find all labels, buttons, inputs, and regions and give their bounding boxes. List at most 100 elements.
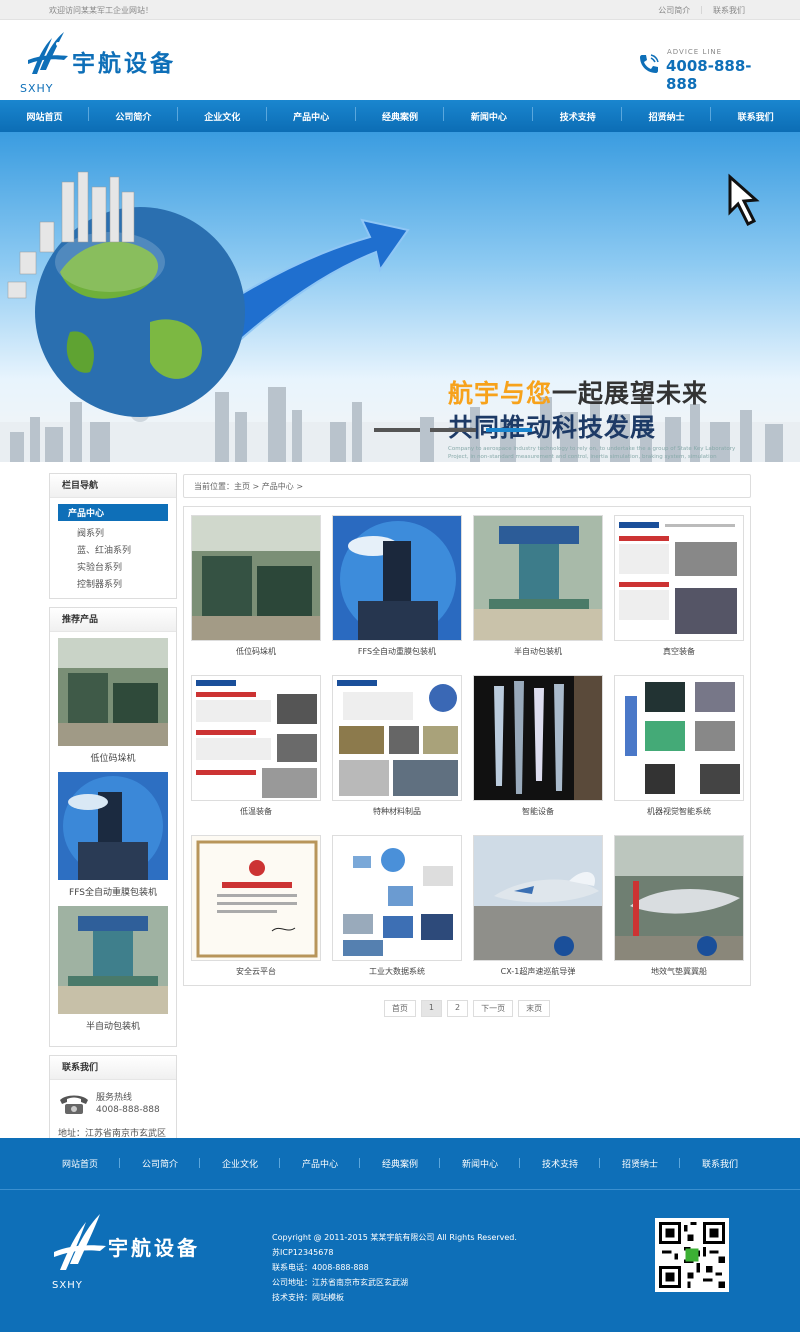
hotline-label: 服务热线 — [96, 1093, 133, 1103]
footer-nav-contact[interactable]: 联系我们 — [680, 1157, 760, 1170]
product-card[interactable]: 机器视觉智能系统 — [614, 675, 744, 835]
nav-about[interactable]: 公司简介 — [89, 106, 178, 123]
welcome-text: 欢迎访问某某军工企业网站！ — [49, 6, 153, 15]
footer-nav-about[interactable]: 公司简介 — [120, 1157, 200, 1170]
banner-headline-rest: 一起展望未来 — [552, 379, 709, 408]
product-card[interactable]: 低温装备 — [191, 675, 321, 835]
product-card[interactable]: 特种材料制品 — [332, 675, 462, 835]
nav-cases[interactable]: 经典案例 — [356, 106, 445, 123]
product-caption[interactable]: FFS全自动重膜包装机 — [332, 641, 462, 657]
pagination: 首页 1 2 下一页 末页 — [183, 1000, 751, 1017]
product-caption[interactable]: CX-1超声速巡航导弹 — [473, 961, 603, 977]
product-caption[interactable]: 真空装备 — [614, 641, 744, 657]
qr-code — [655, 1218, 729, 1292]
product-caption[interactable]: 机器视觉智能系统 — [614, 801, 744, 817]
category-valves[interactable]: 阀系列 — [58, 524, 168, 541]
page-last[interactable]: 末页 — [518, 1000, 551, 1017]
product-card[interactable]: 地效气垫冀冀船 — [614, 835, 744, 995]
product-image[interactable] — [332, 515, 462, 641]
page-first[interactable]: 首页 — [383, 1000, 416, 1017]
recommended-box: 推荐产品 低位码垛机 FFS全自动重膜包装机 半自动包装机 — [49, 607, 177, 1047]
product-caption[interactable]: 半自动包装机 — [473, 641, 603, 657]
banner-dot-2[interactable] — [430, 428, 476, 432]
footer-support: 技术支持：网站模板 — [272, 1293, 344, 1302]
category-testbench[interactable]: 实验台系列 — [58, 558, 168, 575]
product-image[interactable] — [191, 675, 321, 801]
rec-image-ffs[interactable] — [58, 772, 168, 880]
product-card[interactable]: 工业大数据系统 — [332, 835, 462, 995]
nav-home[interactable]: 网站首页 — [0, 106, 89, 123]
page-1[interactable]: 1 — [420, 1000, 442, 1017]
product-caption[interactable]: 低温装备 — [191, 801, 321, 817]
nav-culture[interactable]: 企业文化 — [178, 106, 267, 123]
hotline-number: 4008-888-888 — [96, 1105, 160, 1115]
footer-logo-text: 宇航设备 — [108, 1236, 200, 1260]
product-image[interactable] — [332, 675, 462, 801]
rocket-logo-icon — [54, 1214, 106, 1270]
banner-description: Company to aerospace industry technology… — [448, 446, 736, 460]
page-next[interactable]: 下一页 — [473, 1000, 514, 1017]
product-image[interactable] — [473, 515, 603, 641]
hero-banner[interactable]: 航宇与您一起展望未来 共同推动科技发展 Company to aerospace… — [0, 132, 800, 462]
footer-logo[interactable]: 宇航设备 SXHY — [50, 1212, 230, 1292]
product-card[interactable]: FFS全自动重膜包装机 — [332, 515, 462, 675]
footer-nav-jobs[interactable]: 招贤纳士 — [600, 1157, 680, 1170]
banner-headline-accent: 航宇与您 — [448, 379, 553, 408]
phone-icon — [640, 54, 659, 73]
rec-caption[interactable]: 半自动包装机 — [58, 1014, 168, 1040]
rec-caption[interactable]: 低位码垛机 — [58, 746, 168, 772]
category-oil[interactable]: 蓝、红油系列 — [58, 541, 168, 558]
logo-subtext: SXHY — [20, 82, 54, 95]
footer-nav-culture[interactable]: 企业文化 — [200, 1157, 280, 1170]
category-active[interactable]: 产品中心 — [58, 504, 168, 521]
product-image[interactable] — [614, 675, 744, 801]
recommended-title: 推荐产品 — [50, 608, 176, 632]
nav-products[interactable]: 产品中心 — [267, 106, 356, 123]
product-caption[interactable]: 特种材料制品 — [332, 801, 462, 817]
top-link-contact[interactable]: 联系我们 — [713, 5, 745, 16]
product-card[interactable]: 半自动包装机 — [473, 515, 603, 675]
product-caption[interactable]: 安全云平台 — [191, 961, 321, 977]
footer-nav-products[interactable]: 产品中心 — [280, 1157, 360, 1170]
product-image[interactable] — [614, 835, 744, 961]
product-image[interactable] — [191, 835, 321, 961]
product-caption[interactable]: 工业大数据系统 — [332, 961, 462, 977]
rec-image-palletizer[interactable] — [58, 638, 168, 746]
product-image[interactable] — [332, 835, 462, 961]
product-caption[interactable]: 地效气垫冀冀船 — [614, 961, 744, 977]
footer-nav-home[interactable]: 网站首页 — [40, 1157, 120, 1170]
category-controller[interactable]: 控制器系列 — [58, 575, 168, 592]
nav-support[interactable]: 技术支持 — [533, 106, 623, 123]
breadcrumb: 当前位置：主页 > 产品中心 > — [183, 474, 751, 498]
product-image[interactable] — [473, 835, 603, 961]
phone-block: ADVICE LINE 4008-888-888 — [637, 48, 782, 93]
category-nav-box: 栏目导航 产品中心 阀系列 蓝、红油系列 实验台系列 控制器系列 — [49, 473, 177, 599]
site-logo[interactable]: 宇航设备 SXHY — [20, 30, 230, 110]
product-card[interactable]: CX-1超声速巡航导弹 — [473, 835, 603, 995]
footer-nav-support[interactable]: 技术支持 — [520, 1157, 600, 1170]
footer-nav-cases[interactable]: 经典案例 — [360, 1157, 440, 1170]
product-card[interactable]: 智能设备 — [473, 675, 603, 835]
product-caption[interactable]: 低位码垛机 — [191, 641, 321, 657]
top-link-separator: | — [700, 5, 703, 14]
product-card[interactable]: 低位码垛机 — [191, 515, 321, 675]
footer-nav-news[interactable]: 新闻中心 — [440, 1157, 520, 1170]
top-link-about[interactable]: 公司简介 — [658, 5, 690, 16]
banner-pagination — [374, 428, 532, 432]
product-card[interactable]: 真空装备 — [614, 515, 744, 675]
rec-caption[interactable]: FFS全自动重膜包装机 — [58, 880, 168, 906]
banner-dot-3[interactable] — [486, 428, 532, 432]
product-caption[interactable]: 智能设备 — [473, 801, 603, 817]
nav-contact[interactable]: 联系我们 — [711, 110, 800, 123]
nav-jobs[interactable]: 招贤纳士 — [622, 106, 712, 123]
rocket-logo-icon — [28, 32, 68, 74]
product-image[interactable] — [473, 675, 603, 801]
rec-image-semi-auto[interactable] — [58, 906, 168, 1014]
product-card[interactable]: 安全云平台 — [191, 835, 321, 995]
top-bar: 欢迎访问某某军工企业网站！ 公司简介 | 联系我们 — [0, 0, 800, 20]
page-2[interactable]: 2 — [447, 1000, 469, 1017]
product-image[interactable] — [614, 515, 744, 641]
banner-dot-1[interactable] — [374, 428, 420, 432]
product-image[interactable] — [191, 515, 321, 641]
nav-news[interactable]: 新闻中心 — [444, 106, 534, 123]
